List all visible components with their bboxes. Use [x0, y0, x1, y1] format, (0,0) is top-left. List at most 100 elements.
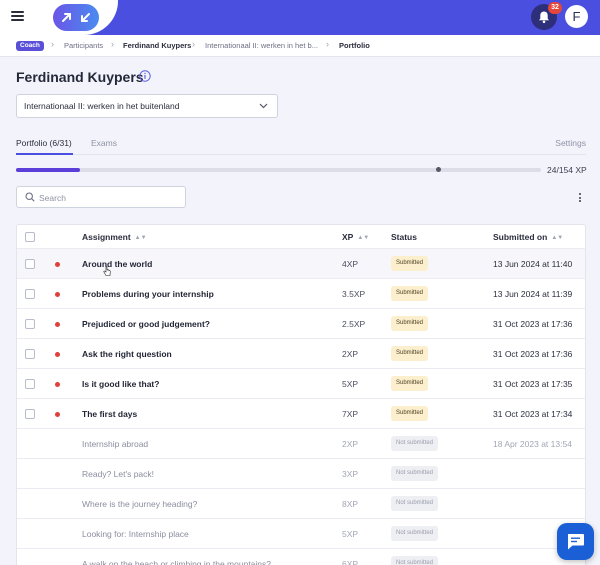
assignment-xp: 4XP: [342, 259, 359, 269]
assignment-title[interactable]: Internship abroad: [82, 439, 148, 449]
column-status-label: Status: [391, 232, 417, 242]
submitted-date: 13 Jun 2024 at 11:40: [493, 259, 573, 269]
chat-support-button[interactable]: [557, 523, 594, 560]
search-box: [16, 186, 186, 208]
chevron-right-icon: ›: [192, 39, 195, 49]
status-badge: Submitted: [391, 346, 429, 361]
table-row[interactable]: Prejudiced or good judgement? 2.5XP Submit…: [17, 309, 585, 339]
unread-indicator: [55, 382, 60, 387]
table-row[interactable]: Problems during your internship 3.5XP Subm…: [17, 279, 585, 309]
assignment-xp: 5XP: [342, 379, 359, 389]
assignment-xp: 5XP: [342, 529, 359, 539]
logo-arrows-icon: [62, 13, 90, 22]
xp-progress-fill: [16, 168, 80, 172]
submitted-date: 31 Oct 2023 at 17:36: [493, 319, 573, 329]
table-row[interactable]: Internship abroad 2XP Not submitted 18 Apr …: [17, 429, 585, 459]
chevron-right-icon: ›: [51, 39, 54, 49]
chevron-down-icon: [259, 103, 268, 109]
page-title: Ferdinand Kuypers: [16, 69, 144, 85]
assignment-title[interactable]: Looking for: Internship place: [82, 529, 189, 539]
assignment-title[interactable]: Is it good like that?: [82, 379, 159, 389]
table-row[interactable]: Ready? Let's pack! 3XP Not submitted: [17, 459, 585, 489]
xp-progress-bar: [16, 167, 541, 172]
table-row[interactable]: Ask the right question 2XP Submitted 31 Oct…: [17, 339, 585, 369]
column-submitted-on[interactable]: Submitted on ▲▼: [493, 232, 563, 242]
course-select-value: Internationaal II: werken in het buitenl…: [24, 101, 180, 111]
unread-indicator: [55, 322, 60, 327]
assignment-title[interactable]: Ready? Let's pack!: [82, 469, 154, 479]
status-badge: Not submitted: [391, 496, 439, 511]
submitted-date: 31 Oct 2023 at 17:35: [493, 379, 573, 389]
assignment-xp: 2XP: [342, 349, 359, 359]
active-tab-indicator: [16, 153, 73, 155]
row-checkbox[interactable]: [25, 379, 35, 389]
select-all-checkbox[interactable]: [25, 232, 35, 242]
assignment-title[interactable]: A walk on the beach or climbing in the m…: [82, 559, 271, 565]
assignment-title[interactable]: The first days: [82, 409, 137, 419]
row-checkbox[interactable]: [25, 289, 35, 299]
unread-indicator: [55, 352, 60, 357]
status-badge: Submitted: [391, 286, 429, 301]
table-row[interactable]: The first days 7XP Submitted 31 Oct 2023 at…: [17, 399, 585, 429]
assignment-xp: 8XP: [342, 499, 359, 509]
sort-icon: ▲▼: [134, 235, 147, 241]
app-logo[interactable]: [53, 4, 99, 31]
unread-indicator: [55, 412, 60, 417]
sort-icon: ▲▼: [357, 235, 370, 241]
column-status: Status: [391, 232, 417, 242]
info-icon[interactable]: [139, 70, 151, 82]
table-row[interactable]: Where is the journey heading? 8XP Not subm…: [17, 489, 585, 519]
table-row[interactable]: A walk on the beach or climbing in the m…: [17, 549, 585, 565]
table-header: Assignment ▲▼ XP ▲▼ Status Submitted on ▲▼: [17, 225, 585, 249]
course-select[interactable]: Internationaal II: werken in het buitenl…: [16, 94, 278, 118]
breadcrumb-current: Portfolio: [339, 41, 370, 50]
assignment-xp: 3.5XP: [342, 289, 366, 299]
status-badge: Submitted: [391, 256, 429, 271]
breadcrumb-participants[interactable]: Participants: [64, 41, 103, 51]
chevron-right-icon: ›: [111, 39, 114, 49]
status-badge: Not submitted: [391, 466, 439, 481]
submitted-date: 31 Oct 2023 at 17:36: [493, 349, 573, 359]
status-badge: Not submitted: [391, 556, 439, 565]
row-checkbox[interactable]: [25, 349, 35, 359]
assignment-title[interactable]: Prejudiced or good judgement?: [82, 319, 210, 329]
tab-exams[interactable]: Exams: [91, 138, 117, 148]
xp-progress-marker: [436, 167, 441, 172]
assignment-title[interactable]: Problems during your internship: [82, 289, 214, 299]
status-badge: Submitted: [391, 406, 429, 421]
sort-icon: ▲▼: [551, 235, 564, 241]
breadcrumb-course[interactable]: Internationaal II: werken in het b...: [205, 41, 318, 51]
assignment-title[interactable]: Where is the journey heading?: [82, 499, 197, 509]
row-checkbox[interactable]: [25, 319, 35, 329]
breadcrumb: Coach › Participants › Ferdinand Kuypers…: [0, 35, 600, 57]
more-options-icon[interactable]: [578, 193, 582, 205]
unread-indicator: [55, 292, 60, 297]
menu-icon[interactable]: [11, 11, 24, 21]
submitted-date: 13 Jun 2024 at 11:39: [493, 289, 573, 299]
unread-indicator: [55, 262, 60, 267]
column-xp[interactable]: XP ▲▼: [342, 232, 369, 242]
tab-settings[interactable]: Settings: [555, 138, 586, 148]
assignments-table: Assignment ▲▼ XP ▲▼ Status Submitted on ▲▼ …: [16, 224, 586, 565]
column-assignment[interactable]: Assignment ▲▼: [82, 232, 147, 242]
submitted-date: 31 Oct 2023 at 17:34: [493, 409, 573, 419]
assignment-xp: 3XP: [342, 469, 359, 479]
top-bar: 32 F: [0, 0, 600, 35]
assignment-xp: 2.5XP: [342, 319, 366, 329]
search-input[interactable]: [39, 190, 179, 205]
user-avatar[interactable]: F: [565, 5, 588, 28]
row-checkbox[interactable]: [25, 259, 35, 269]
row-checkbox[interactable]: [25, 409, 35, 419]
submitted-date: 18 Apr 2023 at 13:54: [493, 439, 572, 449]
table-row[interactable]: Looking for: Internship place 5XP Not subm…: [17, 519, 585, 549]
assignment-xp: 2XP: [342, 439, 359, 449]
column-assignment-label: Assignment: [82, 232, 131, 242]
table-row[interactable]: Is it good like that? 5XP Submitted 31 Oct …: [17, 369, 585, 399]
assignment-title[interactable]: Ask the right question: [82, 349, 172, 359]
assignment-title[interactable]: Around the world: [82, 259, 152, 269]
status-badge: Submitted: [391, 316, 429, 331]
tab-portfolio[interactable]: Portfolio (6/31): [16, 138, 72, 148]
column-submitted-on-label: Submitted on: [493, 232, 548, 242]
column-xp-label: XP: [342, 232, 354, 242]
breadcrumb-participant[interactable]: Ferdinand Kuypers: [123, 41, 191, 51]
